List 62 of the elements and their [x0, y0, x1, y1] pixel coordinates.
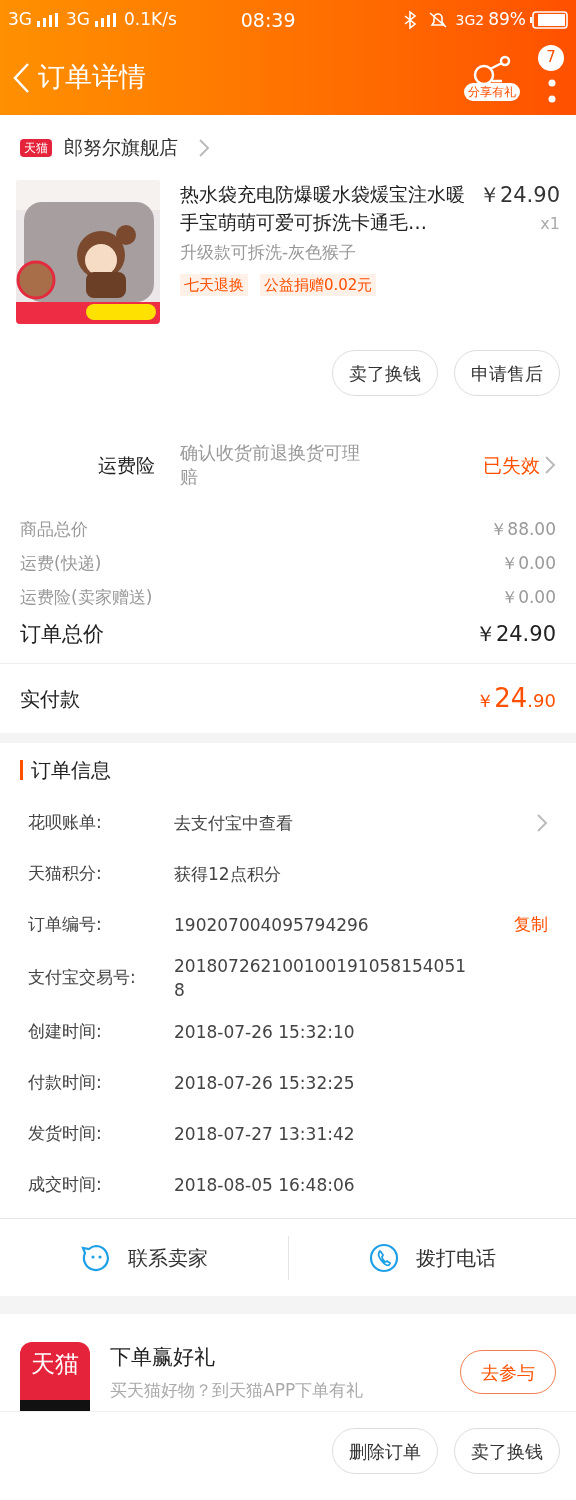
signal-icon — [94, 13, 116, 27]
contact-button[interactable]: 联系卖家 — [0, 1241, 288, 1274]
price-value: ￥0.00 — [501, 552, 556, 576]
battery-percent: 89% — [488, 8, 526, 32]
chevron-right-icon — [544, 455, 556, 475]
promo-title: 下单赢好礼 — [110, 1344, 216, 1371]
info-value: 190207004095794296 — [174, 913, 370, 937]
store-name[interactable]: 郎努尔旗舰店 — [64, 133, 178, 162]
notification-badge: 7 — [538, 44, 564, 71]
info-label: 支付宝交易号: — [28, 966, 137, 990]
page-title: 订单详情 — [38, 60, 146, 95]
clock: 08:39 — [240, 7, 296, 33]
info-label: 订单编号: — [28, 912, 103, 936]
service-tag: 七天退换 — [180, 273, 248, 296]
back-icon — [12, 61, 30, 94]
contact-button[interactable]: 拨打电话 — [288, 1241, 576, 1274]
info-value: 获得12点积分 — [174, 862, 282, 886]
price-value: ￥24.90 — [474, 621, 556, 649]
network-label: 3G2 — [455, 10, 485, 30]
store-logo: 天猫 — [20, 138, 52, 157]
app-logo: 天猫 — [20, 1342, 90, 1411]
info-label: 成交时间: — [28, 1172, 103, 1196]
paid-amount: ￥24.90 — [476, 682, 556, 715]
speed-label: 0.1K/s — [124, 8, 177, 32]
signal-icon — [36, 13, 58, 27]
info-value: 去支付宝中查看 — [174, 811, 294, 835]
chevron-right-icon — [198, 137, 210, 158]
info-value: 2018-07-26 15:32:25 — [174, 1071, 356, 1095]
product-price: ￥24.90 — [478, 182, 560, 209]
paid-label: 实付款 — [20, 685, 80, 713]
battery-icon — [530, 11, 568, 29]
section-title: 订单信息 — [31, 757, 111, 784]
back-button[interactable] — [12, 61, 30, 94]
more-icon — [548, 78, 556, 103]
chevron-right-icon — [536, 812, 548, 833]
insurance-description: 确认收货前退换货可理赔 — [180, 441, 361, 489]
price-label: 订单总价 — [20, 621, 104, 649]
service-tag: 公益捐赠0.02元 — [260, 273, 377, 296]
info-label: 发货时间: — [28, 1121, 103, 1145]
price-label: 运费险(卖家赠送) — [20, 586, 153, 610]
info-value: 2018072621001001910581540518 — [174, 955, 468, 1002]
mute-bell-icon — [427, 11, 448, 29]
price-label: 运费(快递) — [20, 552, 102, 576]
network-label: 3G — [8, 8, 32, 32]
price-value: ￥88.00 — [490, 518, 556, 542]
info-label: 花呗账单: — [28, 810, 103, 834]
price-value: ￥0.00 — [501, 586, 556, 610]
insurance-label: 运费险 — [98, 452, 156, 478]
info-value: 2018-07-27 13:31:42 — [174, 1122, 356, 1146]
info-value: 2018-08-05 16:48:06 — [174, 1173, 356, 1197]
info-label: 天猫积分: — [28, 861, 103, 885]
network-label: 3G — [66, 8, 90, 32]
info-label: 付款时间: — [28, 1070, 103, 1094]
quantity: x1 — [540, 212, 560, 235]
bluetooth-icon — [403, 11, 416, 29]
price-label: 商品总价 — [20, 518, 88, 542]
promo-subtitle: 买天猫好物？到天猫APP下单有礼 — [110, 1378, 365, 1402]
product-variant: 升级款可拆洗-灰色猴子 — [180, 241, 358, 264]
info-value: 2018-07-26 15:32:10 — [174, 1020, 356, 1044]
phone-icon — [368, 1241, 401, 1274]
product-title[interactable]: 热水袋充电防爆暖水袋煖宝注水暖手宝萌萌可爱可拆洗卡通毛… — [180, 180, 471, 236]
info-label: 创建时间: — [28, 1019, 103, 1043]
